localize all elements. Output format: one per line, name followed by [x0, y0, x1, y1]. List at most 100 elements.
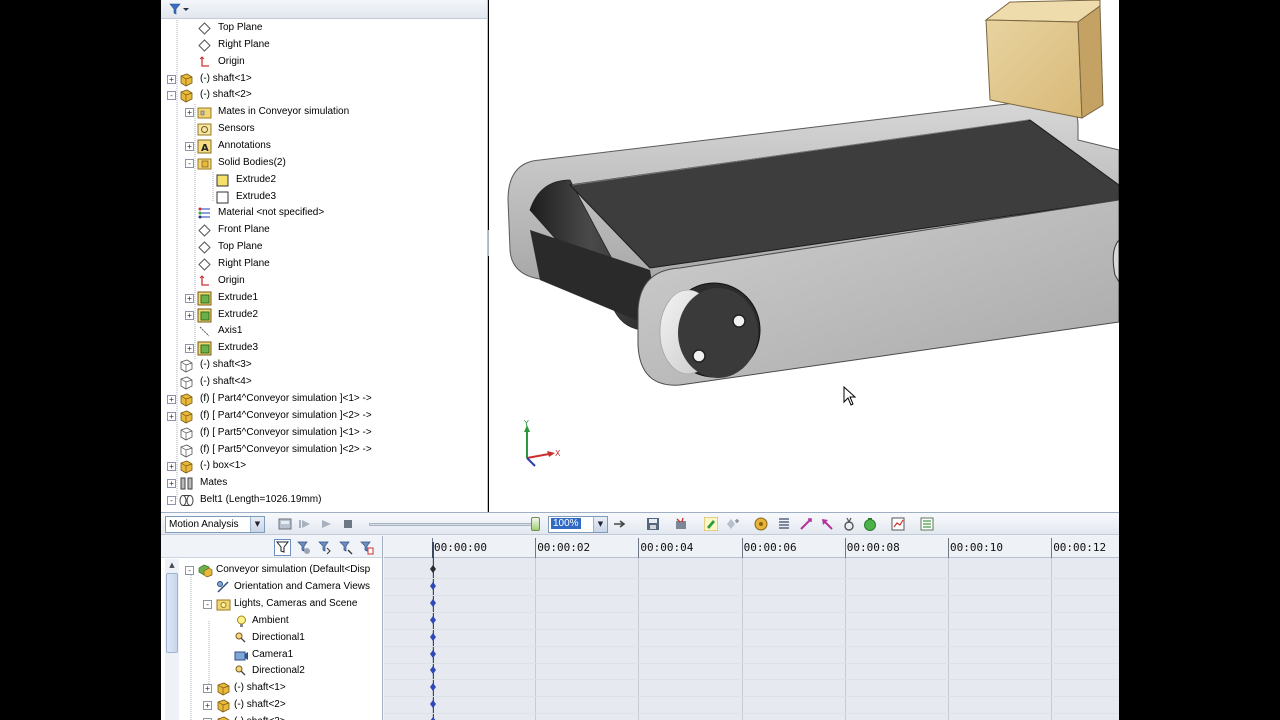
- tree-item[interactable]: Top Plane: [161, 239, 474, 256]
- keyframe-icon[interactable]: [430, 700, 436, 709]
- motion-tree-item[interactable]: Directional1: [161, 630, 382, 647]
- stop-icon[interactable]: [341, 517, 355, 531]
- motor-icon[interactable]: [754, 517, 768, 531]
- force-icon[interactable]: [820, 517, 834, 531]
- part-icon: [179, 72, 194, 87]
- keyframe-icon[interactable]: [430, 598, 436, 607]
- keyframe-icon[interactable]: [430, 565, 436, 573]
- motion-study-properties-icon[interactable]: [920, 517, 934, 531]
- expand-icon[interactable]: +: [203, 684, 212, 694]
- study-type-select[interactable]: Motion Analysis ▼: [165, 516, 265, 533]
- play-from-start-icon[interactable]: [298, 517, 312, 531]
- gravity-icon[interactable]: [863, 517, 877, 531]
- tree-item[interactable]: Sensors: [161, 121, 474, 138]
- tree-item[interactable]: (f) [ Part5^Conveyor simulation ]<1> ->: [161, 425, 474, 442]
- zoom-select[interactable]: 100% ▼: [548, 516, 608, 533]
- tree-item[interactable]: - Solid Bodies(2): [161, 155, 474, 172]
- expand-icon[interactable]: +: [167, 411, 176, 421]
- save-animation-icon[interactable]: [646, 517, 660, 531]
- expand-icon[interactable]: +: [167, 74, 176, 84]
- motion-tree-item[interactable]: - Lights, Cameras and Scene: [161, 596, 382, 613]
- expand-icon[interactable]: +: [167, 462, 176, 472]
- keyframe-icon[interactable]: [430, 615, 436, 624]
- collapse-tree-icon[interactable]: [358, 539, 375, 556]
- tree-item[interactable]: + Extrude1: [161, 290, 474, 307]
- tree-item[interactable]: Top Plane: [161, 20, 474, 37]
- filter-animated-icon[interactable]: [274, 539, 291, 556]
- keyframe-icon[interactable]: [430, 683, 436, 692]
- tree-item[interactable]: (f) [ Part5^Conveyor simulation ]<2> ->: [161, 442, 474, 459]
- tree-item[interactable]: Right Plane: [161, 37, 474, 54]
- timeline-header[interactable]: 00:00:00 00:00:02 00:00:04 00:00:06 00:00:08…: [384, 536, 1119, 558]
- playback-speed-slider[interactable]: [369, 523, 539, 526]
- tree-item[interactable]: + (-) box<1>: [161, 458, 474, 475]
- playback-mode-icon[interactable]: [613, 517, 627, 531]
- playback-slider-handle[interactable]: [531, 517, 540, 531]
- tree-item[interactable]: Extrude2: [161, 172, 474, 189]
- expand-icon[interactable]: +: [167, 394, 176, 404]
- tree-item[interactable]: - (-) shaft<2>: [161, 87, 474, 104]
- tree-item[interactable]: Front Plane: [161, 222, 474, 239]
- tree-item[interactable]: + Mates in Conveyor simulation: [161, 104, 474, 121]
- motion-tree-item[interactable]: Directional2: [161, 663, 382, 680]
- tree-item[interactable]: (-) shaft<4>: [161, 374, 474, 391]
- motion-tree-item-label: (-) shaft<3>: [234, 716, 286, 720]
- keyframe-icon[interactable]: [430, 581, 436, 590]
- collapse-icon[interactable]: -: [167, 91, 176, 101]
- expand-icon[interactable]: +: [185, 142, 194, 152]
- tree-item[interactable]: + (-) shaft<1>: [161, 71, 474, 88]
- motion-tree-item[interactable]: Camera1: [161, 647, 382, 664]
- tree-item[interactable]: + (f) [ Part4^Conveyor simulation ]<1> ->: [161, 391, 474, 408]
- expand-icon[interactable]: +: [203, 701, 212, 711]
- collapse-icon[interactable]: -: [185, 566, 194, 575]
- tree-item[interactable]: - Belt1 (Length=1026.19mm): [161, 492, 474, 509]
- add-key-icon[interactable]: [726, 517, 740, 531]
- animation-wizard-icon[interactable]: [674, 517, 688, 531]
- tree-item[interactable]: Origin: [161, 54, 474, 71]
- tree-item[interactable]: Axis1: [161, 323, 474, 340]
- motion-tree-item[interactable]: +(-) shaft<3>: [161, 714, 382, 720]
- graphics-viewport[interactable]: Y X: [489, 0, 1119, 512]
- collapse-icon[interactable]: -: [203, 599, 212, 609]
- filter-icon[interactable]: [168, 2, 190, 17]
- tree-item[interactable]: + Mates: [161, 475, 474, 492]
- motion-tree-item[interactable]: + (-) shaft<2>: [161, 697, 382, 714]
- expand-icon[interactable]: +: [167, 479, 176, 489]
- expand-icon[interactable]: +: [185, 108, 194, 118]
- autokey-icon[interactable]: [704, 517, 718, 531]
- keyframe-icon[interactable]: [430, 649, 436, 658]
- spring-icon[interactable]: [777, 517, 791, 531]
- tree-item[interactable]: (-) shaft<3>: [161, 357, 474, 374]
- chevron-down-icon[interactable]: ▼: [593, 517, 607, 532]
- tree-item[interactable]: + A Annotations: [161, 138, 474, 155]
- calculate-icon[interactable]: [278, 517, 292, 531]
- motion-tree-item[interactable]: Orientation and Camera Views: [161, 579, 382, 596]
- tree-item[interactable]: + Extrude3: [161, 340, 474, 357]
- tree-item[interactable]: Extrude3: [161, 189, 474, 206]
- expand-icon[interactable]: +: [185, 293, 194, 303]
- collapse-icon[interactable]: -: [167, 496, 176, 506]
- motion-tree-item[interactable]: + (-) shaft<1>: [161, 680, 382, 697]
- chevron-down-icon[interactable]: ▼: [250, 517, 264, 532]
- tree-item[interactable]: Right Plane: [161, 256, 474, 273]
- motion-timeline[interactable]: 00:00:00 00:00:02 00:00:04 00:00:06 00:00:08…: [384, 536, 1119, 720]
- tree-item[interactable]: Origin: [161, 273, 474, 290]
- motion-tree-item[interactable]: - Conveyor simulation (Default<Disp: [161, 562, 382, 579]
- tree-item[interactable]: Material <not specified>: [161, 205, 474, 222]
- tree-item[interactable]: + Extrude2: [161, 307, 474, 324]
- expand-icon[interactable]: +: [185, 310, 194, 320]
- results-plots-icon[interactable]: [891, 517, 905, 531]
- keyframe-icon[interactable]: [430, 666, 436, 675]
- keyframe-icon[interactable]: [430, 632, 436, 641]
- contact-icon[interactable]: [842, 517, 856, 531]
- collapse-icon[interactable]: -: [185, 158, 194, 168]
- expand-icon[interactable]: +: [185, 344, 194, 354]
- filter-results-icon[interactable]: [337, 539, 354, 556]
- tree-item-label: Origin: [218, 274, 245, 286]
- play-icon[interactable]: [319, 517, 333, 531]
- filter-selected-icon[interactable]: [316, 539, 333, 556]
- damper-icon[interactable]: [799, 517, 813, 531]
- motion-tree-item[interactable]: Ambient: [161, 613, 382, 630]
- filter-driving-icon[interactable]: [295, 539, 312, 556]
- tree-item[interactable]: + (f) [ Part4^Conveyor simulation ]<2> ->: [161, 408, 474, 425]
